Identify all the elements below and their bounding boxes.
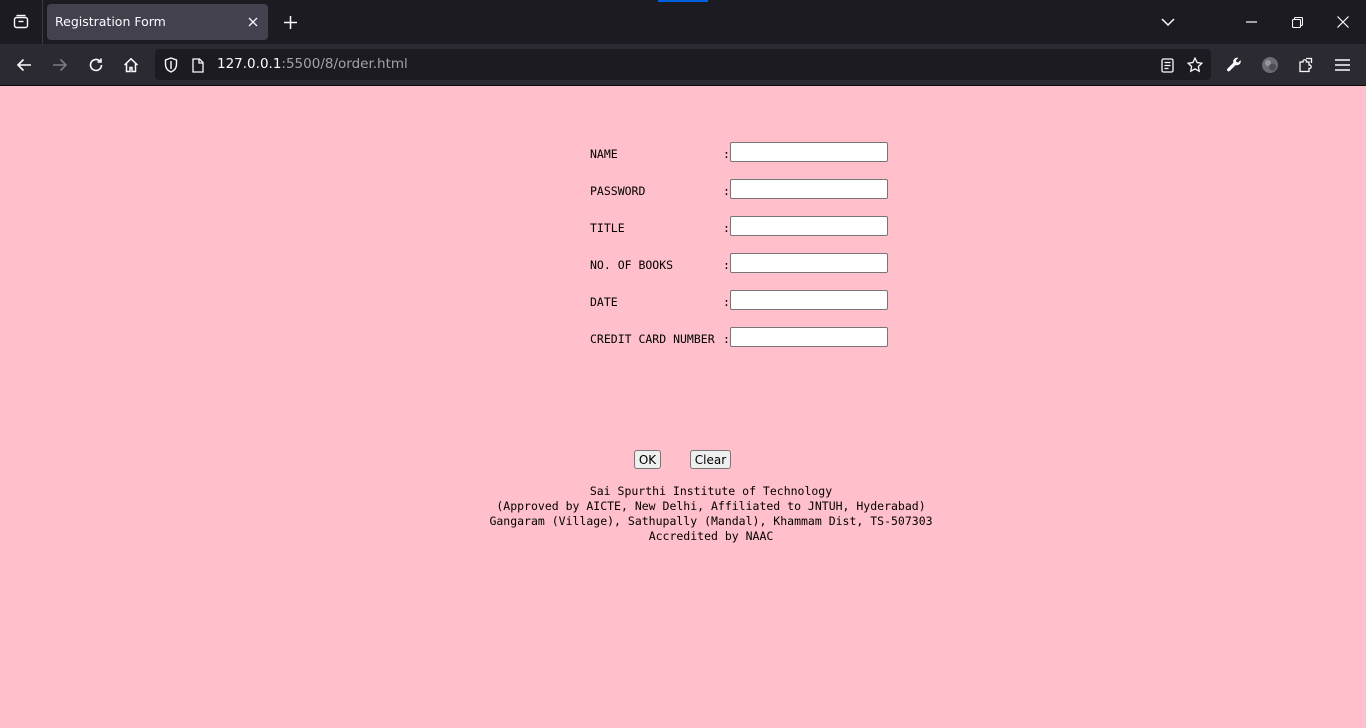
url-path: :5500/8/order.html [281, 56, 408, 72]
back-button[interactable] [11, 52, 37, 78]
date-input[interactable] [730, 290, 888, 310]
chevron-down-icon [1161, 17, 1175, 27]
reader-view-icon[interactable] [1156, 54, 1178, 76]
name-colon: : [723, 147, 730, 161]
url-text[interactable]: 127.0.0.1:5500/8/order.html [217, 49, 408, 80]
plus-icon [283, 15, 297, 29]
minimize-button[interactable] [1239, 10, 1263, 34]
shield-icon[interactable] [160, 54, 182, 76]
menu-button[interactable] [1329, 52, 1355, 78]
books-count-input[interactable] [730, 253, 888, 273]
books-count-label: NO. OF BOOKS [590, 258, 674, 272]
home-icon [123, 57, 139, 73]
password-label: PASSWORD [590, 184, 646, 198]
page-viewport: NAME : PASSWORD : TITLE : NO. OF BOOKS :… [0, 86, 1366, 728]
credit-card-input[interactable] [730, 327, 888, 347]
ok-button[interactable]: OK [634, 450, 661, 469]
credit-card-label: CREDIT CARD NUMBER [590, 332, 715, 346]
tab-overview-button[interactable] [0, 0, 43, 44]
arrow-right-icon [52, 58, 68, 72]
arrow-left-icon [16, 58, 32, 72]
navigation-toolbar: 127.0.0.1:5500/8/order.html [0, 44, 1366, 86]
reload-button[interactable] [83, 52, 109, 78]
bookmark-star-icon[interactable] [1184, 54, 1206, 76]
address-bar[interactable]: 127.0.0.1:5500/8/order.html [155, 49, 1211, 80]
extensions-button[interactable] [1293, 52, 1319, 78]
password-colon: : [723, 184, 730, 198]
footer-institute-name: Sai Spurthi Institute of Technology [589, 484, 833, 498]
forward-button[interactable] [47, 52, 73, 78]
home-button[interactable] [118, 52, 144, 78]
account-button[interactable] [1257, 52, 1283, 78]
tab-registration-form[interactable]: Registration Form [47, 4, 268, 40]
restore-icon [1291, 16, 1303, 28]
hamburger-menu-icon [1334, 59, 1350, 71]
date-colon: : [723, 295, 730, 309]
close-icon [1337, 16, 1349, 28]
page-icon[interactable] [187, 54, 209, 76]
footer-approval: (Approved by AICTE, New Delhi, Affiliate… [496, 499, 926, 513]
date-label: DATE [590, 295, 618, 309]
clear-button[interactable]: Clear [690, 450, 731, 469]
title-colon: : [723, 221, 730, 235]
tab-list-icon [13, 14, 29, 30]
tab-drag-indicator [658, 0, 708, 2]
wrench-icon [1226, 57, 1242, 73]
restore-button[interactable] [1285, 10, 1309, 34]
avatar-icon [1261, 56, 1279, 74]
title-input[interactable] [730, 216, 888, 236]
password-input[interactable] [730, 179, 888, 199]
books-count-colon: : [723, 258, 730, 272]
new-tab-button[interactable] [279, 11, 301, 33]
footer-accreditation: Accredited by NAAC [648, 529, 774, 543]
puzzle-icon [1298, 57, 1314, 73]
close-tab-icon[interactable] [243, 12, 263, 32]
name-input[interactable] [730, 142, 888, 162]
institute-footer: Sai Spurthi Institute of Technology (App… [383, 484, 1039, 544]
tab-bar: Registration Form [0, 0, 1366, 44]
tab-title: Registration Form [55, 14, 166, 29]
credit-card-colon: : [723, 332, 730, 346]
title-label: TITLE [590, 221, 625, 235]
url-host: 127.0.0.1 [217, 56, 282, 72]
list-all-tabs-button[interactable] [1156, 10, 1180, 34]
minimize-icon [1245, 21, 1257, 23]
close-window-button[interactable] [1331, 10, 1355, 34]
footer-address: Gangaram (Village), Sathupally (Mandal),… [489, 514, 933, 528]
reload-icon [88, 57, 104, 73]
developer-tools-button[interactable] [1221, 52, 1247, 78]
name-label: NAME [590, 147, 618, 161]
